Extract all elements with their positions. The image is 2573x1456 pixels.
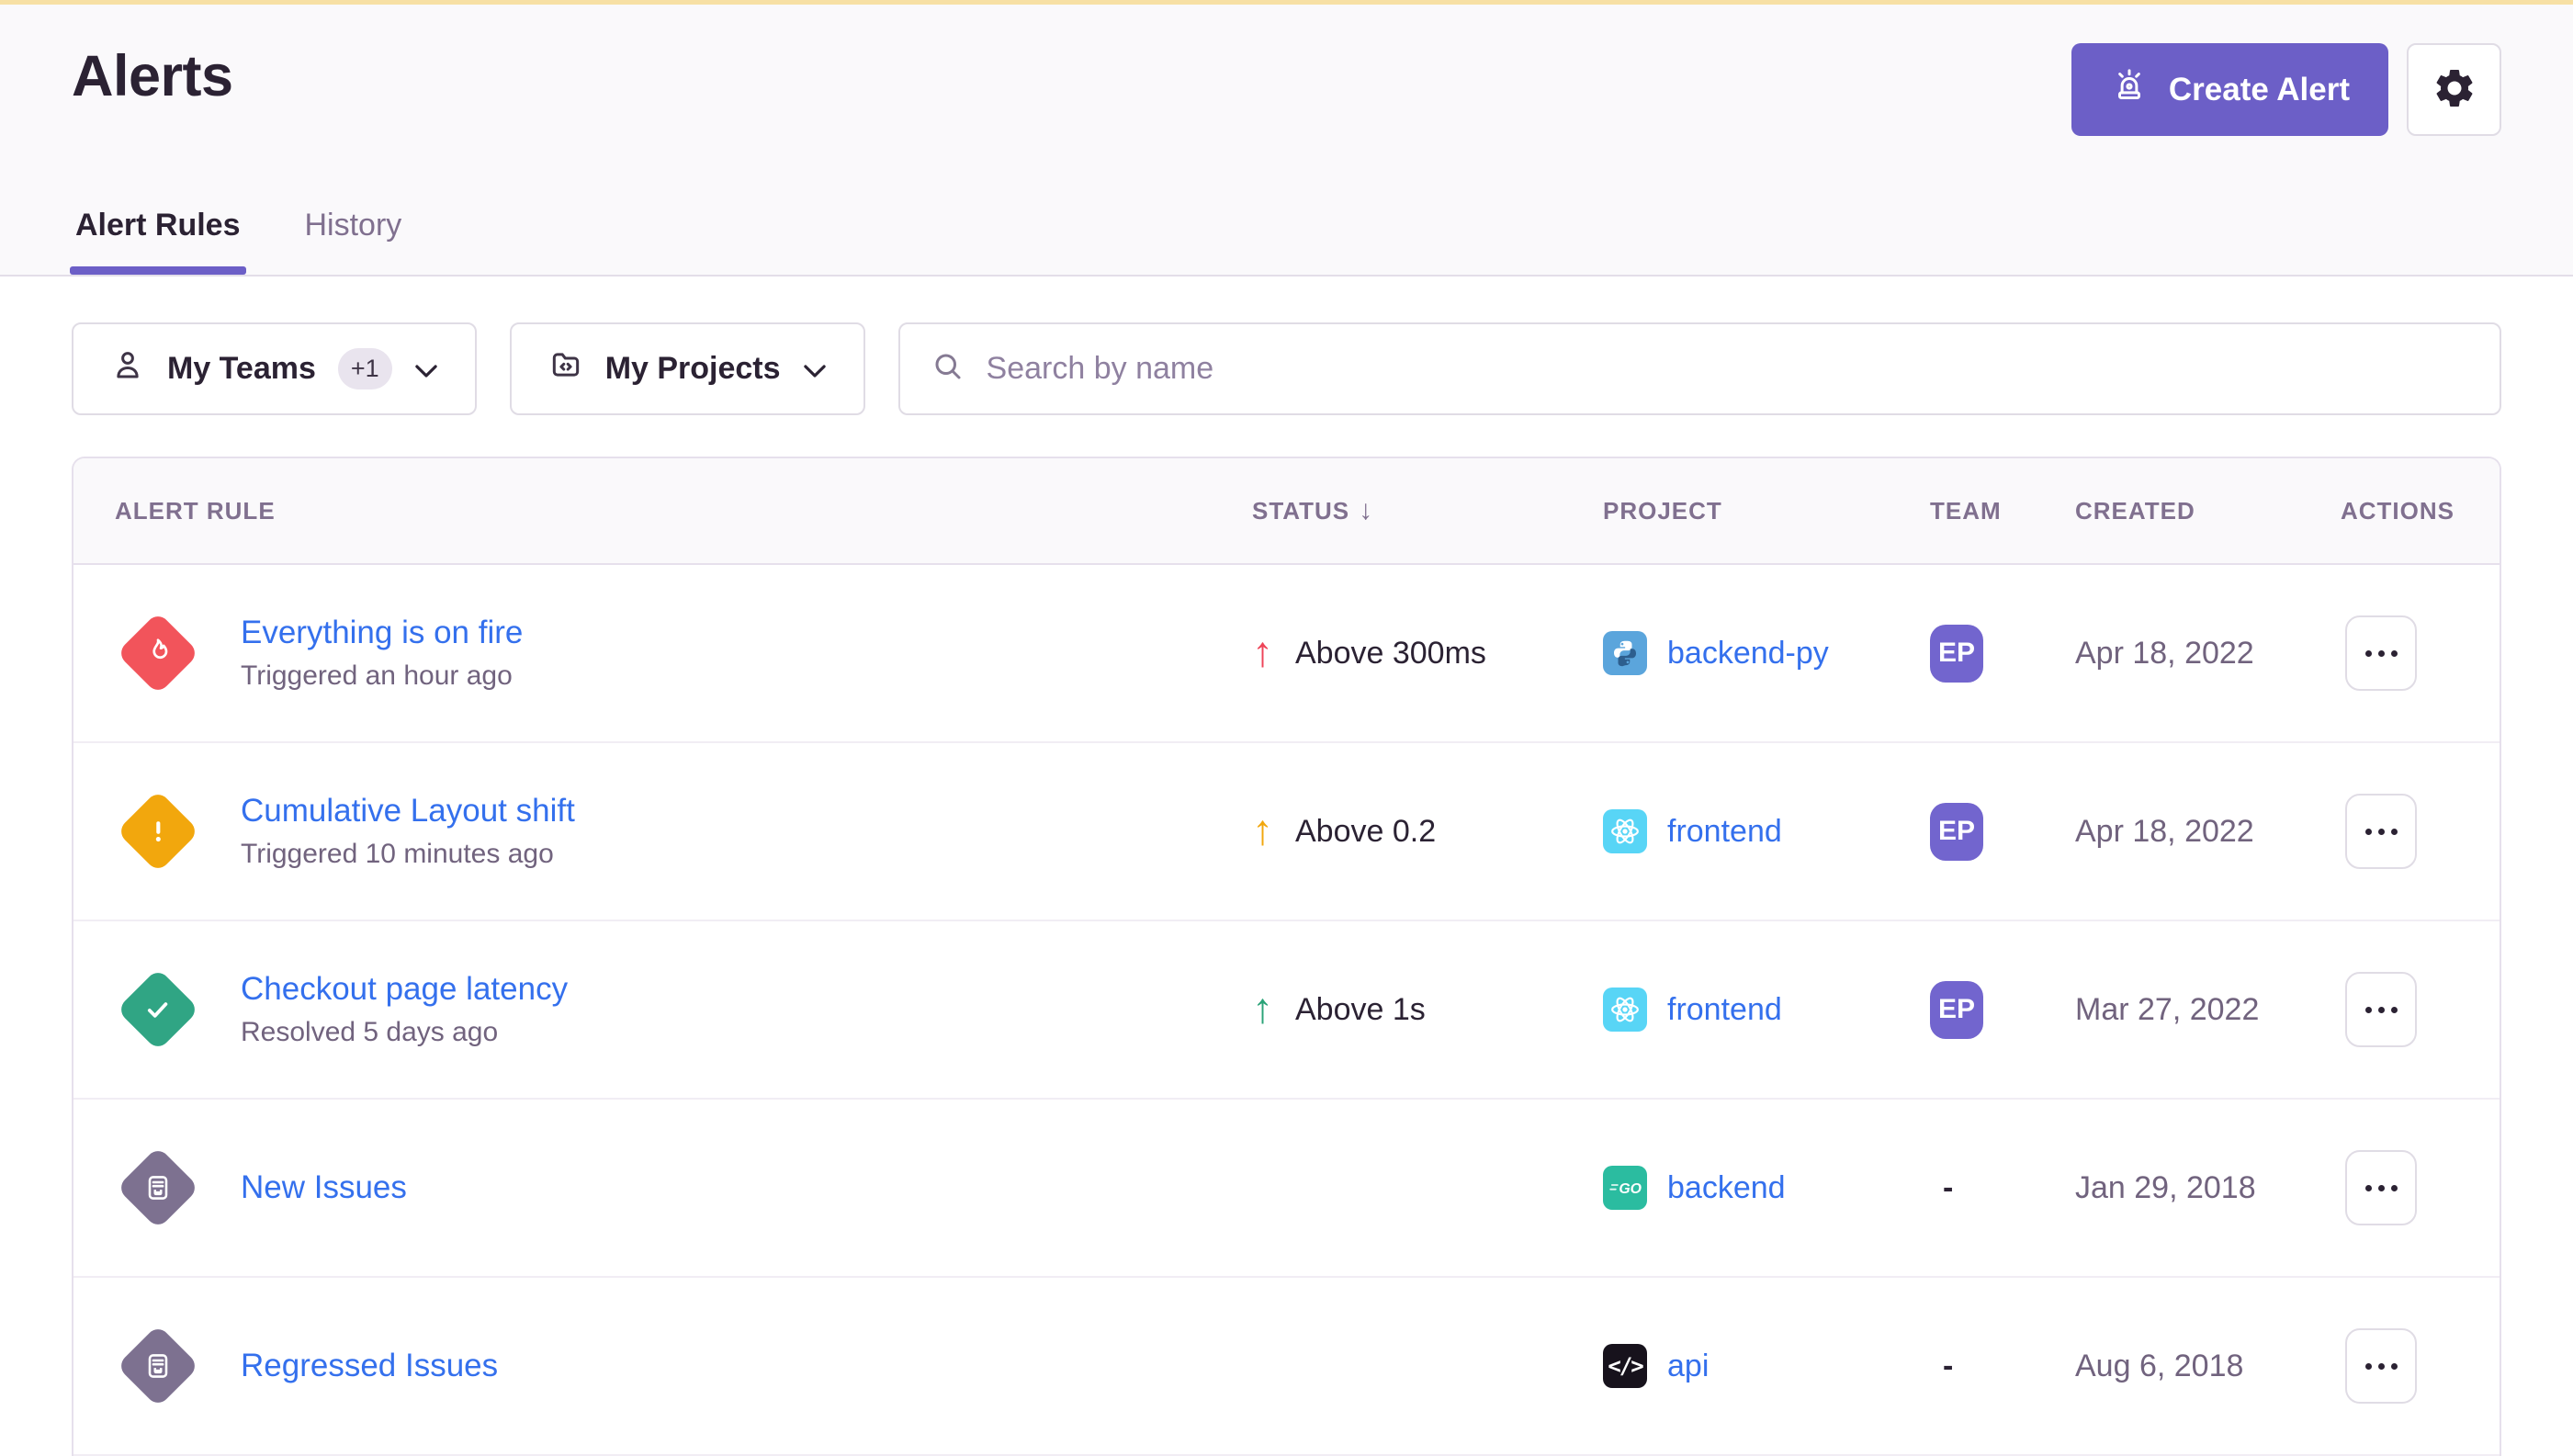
column-header-status[interactable]: STATUS ↓: [1211, 495, 1562, 526]
created-date: Jan 29, 2018: [2034, 1170, 2299, 1206]
table-header-row: ALERT RULE STATUS ↓ PROJECT TEAM CREATED…: [73, 458, 2500, 565]
project-link[interactable]: api: [1667, 1349, 1709, 1384]
filter-bar: My Teams +1 My Projects: [72, 322, 2501, 415]
project-link[interactable]: frontend: [1667, 814, 1782, 850]
table-row: New Issues GO backend - Jan 29, 2018: [73, 1100, 2500, 1278]
issues-icon: [117, 1325, 200, 1408]
status-threshold: Above 300ms: [1295, 636, 1486, 672]
column-header-team: TEAM: [1889, 497, 2034, 525]
created-date: Aug 6, 2018: [2034, 1349, 2299, 1384]
threshold-above-icon: ↑: [1252, 808, 1273, 851]
alert-rule-status-text: Triggered 10 minutes ago: [241, 839, 575, 870]
ellipsis-icon: [2365, 1007, 2372, 1013]
project-folder-icon: [548, 347, 583, 390]
row-actions-button[interactable]: [2345, 972, 2417, 1047]
ellipsis-icon: [2365, 829, 2372, 835]
resolved-check-icon: [117, 968, 200, 1052]
status-threshold: Above 1s: [1295, 992, 1426, 1028]
python-platform-icon: [1603, 631, 1647, 675]
created-date: Apr 18, 2022: [2034, 636, 2299, 672]
project-link[interactable]: backend: [1667, 1170, 1786, 1206]
warning-icon: [117, 790, 200, 874]
projects-filter-dropdown[interactable]: My Projects: [510, 322, 865, 415]
projects-filter-label: My Projects: [605, 351, 781, 387]
team-badge: EP: [1930, 981, 1983, 1039]
chevron-down-icon: [803, 351, 827, 387]
project-link[interactable]: frontend: [1667, 992, 1782, 1028]
status-threshold: Above 0.2: [1295, 814, 1436, 850]
go-platform-icon: GO: [1603, 1166, 1647, 1210]
row-actions-button[interactable]: [2345, 794, 2417, 869]
critical-fire-icon: [117, 612, 200, 695]
tab-history[interactable]: History: [301, 208, 406, 275]
table-row: Regressed Issues </> api - Aug 6, 2018: [73, 1278, 2500, 1456]
teams-filter-label: My Teams: [167, 351, 316, 387]
alert-rules-table: ALERT RULE STATUS ↓ PROJECT TEAM CREATED…: [72, 457, 2501, 1456]
column-header-created: CREATED: [2034, 497, 2299, 525]
table-row: Cumulative Layout shift Triggered 10 min…: [73, 743, 2500, 921]
create-alert-button[interactable]: Create Alert: [2071, 43, 2388, 136]
column-header-actions: ACTIONS: [2299, 497, 2500, 525]
row-actions-button[interactable]: [2345, 1150, 2417, 1225]
siren-icon: [2110, 66, 2149, 113]
project-link[interactable]: backend-py: [1667, 636, 1829, 672]
search-icon: [931, 350, 965, 388]
alert-rule-link[interactable]: Checkout page latency: [241, 971, 568, 1008]
alert-rule-link[interactable]: Everything is on fire: [241, 615, 523, 651]
page-title: Alerts: [72, 43, 233, 109]
alert-rule-link[interactable]: New Issues: [241, 1169, 407, 1206]
search-input[interactable]: [987, 351, 2468, 387]
alerts-content: My Teams +1 My Projects: [0, 322, 2573, 1456]
react-platform-icon: [1603, 809, 1647, 853]
created-date: Apr 18, 2022: [2034, 814, 2299, 850]
table-row: Everything is on fire Triggered an hour …: [73, 565, 2500, 743]
create-alert-label: Create Alert: [2169, 72, 2350, 108]
user-icon: [110, 347, 145, 390]
chevron-down-icon: [414, 351, 438, 387]
ellipsis-icon: [2365, 1185, 2372, 1191]
alert-rule-status-text: Triggered an hour ago: [241, 660, 523, 692]
tab-alert-rules[interactable]: Alert Rules: [72, 208, 244, 275]
sort-descending-icon: ↓: [1359, 495, 1373, 526]
column-header-alert-rule: ALERT RULE: [73, 497, 1211, 525]
threshold-above-icon: ↑: [1252, 630, 1273, 672]
page-header: Alerts Create Alert: [0, 5, 2573, 277]
alert-rule-status-text: Resolved 5 days ago: [241, 1017, 568, 1048]
team-badge: EP: [1930, 803, 1983, 861]
team-badge: EP: [1930, 625, 1983, 683]
code-platform-icon: </>: [1603, 1344, 1647, 1388]
alert-rule-link[interactable]: Regressed Issues: [241, 1348, 498, 1384]
ellipsis-icon: [2365, 1363, 2372, 1370]
page-tabs: Alert Rules History: [72, 208, 2501, 275]
table-row: Checkout page latency Resolved 5 days ag…: [73, 921, 2500, 1100]
issues-icon: [117, 1146, 200, 1230]
teams-filter-dropdown[interactable]: My Teams +1: [72, 322, 477, 415]
threshold-above-icon: ↑: [1252, 987, 1273, 1029]
alerts-settings-button[interactable]: [2407, 43, 2501, 136]
alert-rule-link[interactable]: Cumulative Layout shift: [241, 793, 575, 830]
react-platform-icon: [1603, 988, 1647, 1032]
ellipsis-icon: [2365, 650, 2372, 657]
gear-icon: [2432, 65, 2477, 114]
search-box: [898, 322, 2501, 415]
created-date: Mar 27, 2022: [2034, 992, 2299, 1028]
svg-text:GO: GO: [1619, 1181, 1642, 1197]
row-actions-button[interactable]: [2345, 615, 2417, 691]
no-team-dash: -: [1930, 1349, 1953, 1383]
row-actions-button[interactable]: [2345, 1328, 2417, 1404]
column-header-project: PROJECT: [1562, 497, 1889, 525]
no-team-dash: -: [1930, 1170, 1953, 1205]
teams-extra-count-badge: +1: [338, 348, 392, 389]
